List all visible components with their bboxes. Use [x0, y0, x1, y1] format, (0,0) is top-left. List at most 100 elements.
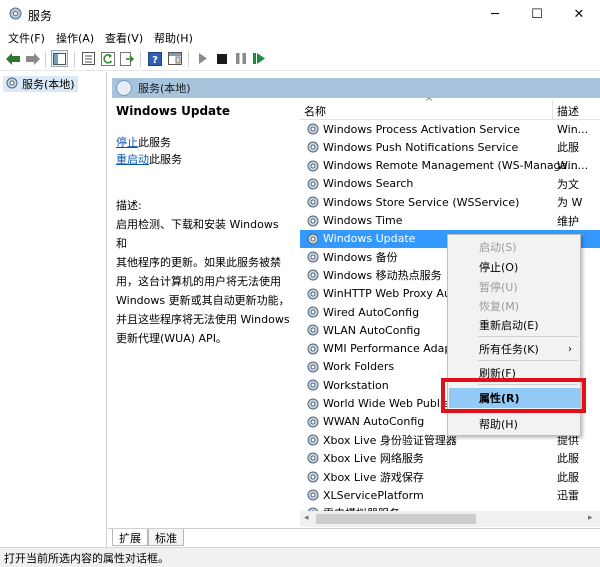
- status-bar: 打开当前所选内容的属性对话框。: [0, 547, 600, 567]
- description-label: 描述:: [116, 199, 142, 212]
- service-gear-icon: [306, 268, 320, 282]
- gear-icon: [116, 80, 132, 96]
- service-gear-icon: [306, 159, 320, 173]
- service-name: WLAN AutoConfig: [323, 323, 421, 337]
- description-line: 并且这些程序将无法使用 Windows: [116, 313, 290, 326]
- column-header-name[interactable]: 名称: [304, 103, 326, 119]
- export-list-icon[interactable]: [118, 50, 135, 67]
- service-gear-icon: [306, 250, 320, 264]
- services-app-icon: [8, 6, 23, 21]
- chevron-right-icon: ›: [568, 343, 572, 355]
- refresh-icon[interactable]: [99, 50, 116, 67]
- minimize-button[interactable]: ─: [474, 0, 516, 28]
- tree-item-services-local[interactable]: 服务(本地): [3, 76, 78, 92]
- description-line: 启用检测、下载和安装 Windows 和: [116, 218, 279, 250]
- tab-standard[interactable]: 标准: [148, 529, 184, 546]
- service-description: 维护: [557, 214, 579, 228]
- help-icon[interactable]: ?: [146, 50, 163, 67]
- service-name: Work Folders: [323, 360, 395, 374]
- pane-header-label: 服务(本地): [138, 82, 191, 95]
- service-row[interactable]: Windows Store Service (WSService) 为 W: [300, 193, 600, 211]
- description-line: Windows 更新或其自动更新功能，: [116, 294, 290, 307]
- service-name: Xbox Live 网络服务: [323, 452, 424, 466]
- service-description: Win...: [557, 122, 589, 136]
- stop-service-icon[interactable]: [213, 50, 230, 67]
- console-tree: 服务(本地): [0, 72, 107, 547]
- menu-view[interactable]: 查看(V): [105, 30, 143, 46]
- service-name: Xbox Live 游戏保存: [323, 470, 424, 484]
- service-row[interactable]: Windows Remote Management (WS-Managa... W…: [300, 157, 600, 175]
- menu-action[interactable]: 操作(A): [56, 30, 94, 46]
- column-header-description[interactable]: 描述: [557, 103, 579, 119]
- sort-up-icon: ^: [425, 97, 434, 108]
- back-arrow-icon[interactable]: [4, 50, 21, 67]
- maximize-button[interactable]: ☐: [516, 0, 558, 28]
- service-name: Windows 移动热点服务: [323, 269, 442, 283]
- service-gear-icon: [306, 323, 320, 337]
- start-service-icon[interactable]: [194, 50, 211, 67]
- close-button[interactable]: ✕: [558, 0, 600, 28]
- restart-service-link[interactable]: 重启动: [116, 153, 149, 166]
- service-name: Windows Search: [323, 177, 414, 191]
- scroll-left-icon[interactable]: ◂: [304, 513, 309, 523]
- service-title: Windows Update: [116, 104, 231, 118]
- stop-link-suffix: 此服务: [138, 136, 171, 149]
- tab-extended[interactable]: 扩展: [112, 529, 148, 546]
- service-description-panel: Windows Update 停止此服务 重启动此服务 描述: 启用检测、下载和…: [116, 102, 292, 348]
- show-hide-console-tree-icon[interactable]: [51, 50, 68, 67]
- restart-link-suffix: 此服务: [149, 153, 182, 166]
- service-gear-icon: [306, 433, 320, 447]
- description-line: 用，这台计算机的用户将无法使用: [116, 275, 281, 288]
- menu-help[interactable]: 帮助(H): [154, 30, 193, 46]
- svg-text:?: ?: [152, 55, 158, 66]
- service-gear-icon: [306, 415, 320, 429]
- tree-item-label: 服务(本地): [22, 78, 75, 91]
- service-row[interactable]: Windows Process Activation Service Win...: [300, 120, 600, 138]
- service-name: Windows 备份: [323, 251, 398, 265]
- properties-sheet-icon[interactable]: [80, 50, 97, 67]
- annotation-highlight-box: [441, 378, 586, 413]
- pause-service-icon[interactable]: [232, 50, 249, 67]
- service-row[interactable]: Xbox Live 游戏保存 此服: [300, 468, 600, 486]
- console-window-icon[interactable]: [166, 50, 183, 67]
- service-description: 迅雷: [557, 489, 579, 502]
- menu-item-all-tasks[interactable]: 所有任务(K) ›: [449, 339, 580, 359]
- service-row[interactable]: Windows Time 维护: [300, 212, 600, 230]
- service-row[interactable]: XLServicePlatform 迅雷: [300, 486, 600, 504]
- description-line: 更新代理(WUA) API。: [116, 332, 227, 345]
- scroll-right-icon[interactable]: ▸: [588, 513, 593, 523]
- menu-item-restart[interactable]: 重新启动(E): [449, 315, 580, 335]
- service-gear-icon: [306, 470, 320, 484]
- service-gear-icon: [306, 488, 320, 502]
- restart-service-icon[interactable]: [251, 50, 268, 67]
- menu-item-start[interactable]: 启动(S): [449, 237, 580, 257]
- service-name: WWAN AutoConfig: [323, 415, 425, 429]
- service-gear-icon: [306, 342, 320, 356]
- service-gear-icon: [306, 177, 320, 191]
- title-bar: 服务 ─ ☐ ✕: [0, 0, 600, 28]
- service-gear-icon: [306, 397, 320, 411]
- service-gear-icon: [306, 360, 320, 374]
- service-name: Windows Update: [323, 232, 416, 246]
- menu-file[interactable]: 文件(F): [8, 30, 45, 46]
- forward-arrow-icon[interactable]: [24, 50, 41, 67]
- service-name: WinHTTP Web Proxy Auto: [323, 287, 462, 301]
- service-gear-icon: [306, 451, 320, 465]
- service-row[interactable]: Windows Search 为文: [300, 175, 600, 193]
- service-row[interactable]: Windows Push Notifications Service 此服: [300, 138, 600, 156]
- service-gear-icon: [306, 214, 320, 228]
- scrollbar-thumb[interactable]: [316, 514, 476, 524]
- service-name: Wired AutoConfig: [323, 305, 420, 319]
- menu-item-help[interactable]: 帮助(H): [449, 414, 580, 434]
- service-description: 此服: [557, 141, 579, 155]
- service-gear-icon: [306, 287, 320, 301]
- horizontal-scrollbar[interactable]: ◂ ▸: [300, 511, 600, 527]
- menu-item-resume[interactable]: 恢复(M): [449, 296, 580, 316]
- service-row[interactable]: Xbox Live 网络服务 此服: [300, 449, 600, 467]
- service-name: Windows Process Activation Service: [323, 122, 521, 136]
- service-gear-icon: [306, 140, 320, 154]
- service-name: Windows Push Notifications Service: [323, 140, 519, 154]
- menu-item-pause[interactable]: 暂停(U): [449, 277, 580, 297]
- stop-service-link[interactable]: 停止: [116, 136, 138, 149]
- menu-item-stop[interactable]: 停止(O): [449, 257, 580, 277]
